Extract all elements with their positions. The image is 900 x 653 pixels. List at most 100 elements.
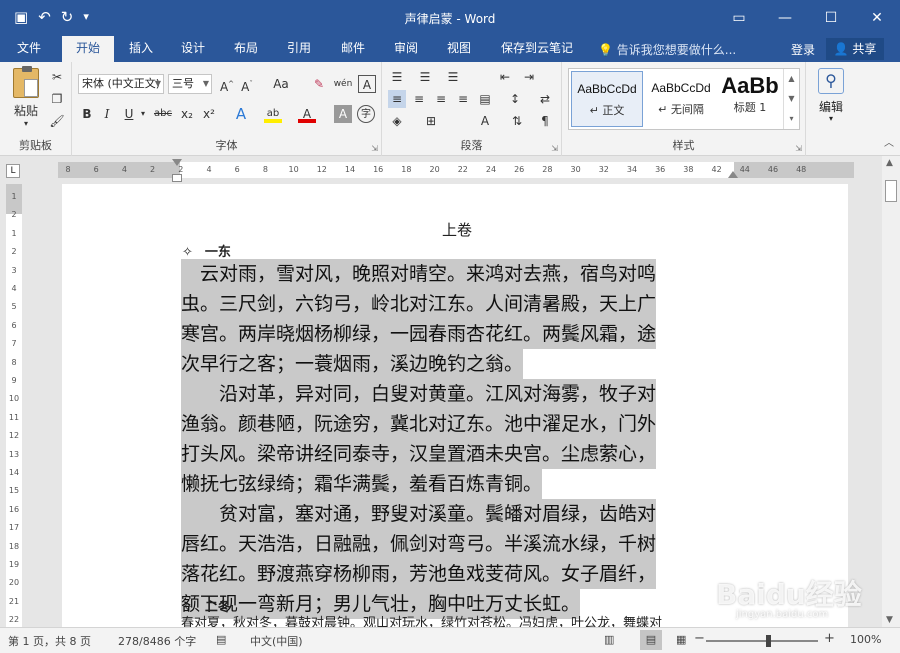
gallery-scroll[interactable]: ▲ ▼ ▾ [783,69,799,129]
subscript-button[interactable]: x₂ [178,105,196,123]
change-case-icon[interactable]: Aa [268,75,294,93]
scroll-thumb[interactable] [885,180,897,202]
align-center-icon[interactable]: ≡ [410,90,428,108]
shading-icon[interactable]: ◈ [388,112,406,130]
print-layout-icon[interactable]: ▤ [640,630,662,650]
paragraph-dialog-launcher-icon[interactable]: ⇲ [551,144,558,153]
maximize-button[interactable]: ☐ [808,0,854,36]
copy-icon[interactable]: ❐ [48,90,66,108]
phonetic-guide-icon[interactable]: wén [332,75,354,93]
font-dialog-launcher-icon[interactable]: ⇲ [371,144,378,153]
bold-button[interactable]: B [78,105,96,123]
chevron-down-icon[interactable]: ▾ [134,105,152,123]
zoom-out-button[interactable]: − [694,631,705,646]
font-size-combo[interactable]: 三号 ▼ [168,74,212,94]
selected-paragraphs[interactable]: 云对雨，雪对风，晚照对晴空。来鸿对去燕，宿鸟对鸣 虫。三尺剑，六钧弓，岭北对江东… [181,259,657,619]
vertical-ruler[interactable]: 1 2 1 2 3 4 5 6 7 8 9 10 11 12 13 14 15 16 17 18 19 20 21 22 [6,184,22,627]
justify-icon[interactable]: ≡ [454,90,472,108]
numbering-icon[interactable]: ☰ [416,68,434,86]
zoom-slider[interactable] [706,635,818,647]
web-layout-icon[interactable]: ▦ [676,633,686,646]
distributed-icon[interactable]: ▤ [476,90,494,108]
format-painter-icon[interactable]: 🖌 [48,112,66,130]
word-count[interactable]: 278/8486 个字 [118,633,196,649]
ruler-tick: 48 [796,165,807,174]
tab-layout[interactable]: 布局 [223,36,269,62]
shrink-font-icon[interactable]: Aˇ [238,75,256,94]
align-right-icon[interactable]: ≡ [432,90,450,108]
italic-button[interactable]: I [98,105,116,123]
tab-review[interactable]: 审阅 [383,36,429,62]
read-mode-icon[interactable]: ▥ [604,633,614,646]
tab-mailings[interactable]: 邮件 [330,36,376,62]
ruler-tick: 6 [93,165,99,174]
tab-selector[interactable]: L [6,164,20,178]
multilevel-list-icon[interactable]: ☰ [444,68,462,86]
paste-dropdown-icon[interactable]: ▾ [8,119,44,128]
show-marks-icon[interactable]: ¶ [536,112,554,130]
strikethrough-button[interactable]: abc [152,105,174,123]
highlight-color-icon[interactable]: ab [264,105,282,123]
paste-button[interactable]: 粘贴 ▾ [8,66,44,128]
horizontal-ruler[interactable]: 8 6 4 2 2 4 6 8 10 12 14 16 18 20 22 24 26 28 30 32 34 36 38 42… [58,159,854,182]
zoom-in-button[interactable]: + [824,631,835,646]
character-shading-icon[interactable]: A [334,105,352,123]
bullets-icon[interactable]: ☰ [388,68,406,86]
decrease-indent-icon[interactable]: ⇤ [496,68,514,86]
page-count[interactable]: 第 1 页，共 8 页 [8,633,91,649]
scroll-up-icon[interactable]: ▲ [886,158,893,168]
left-indent-marker[interactable] [172,174,182,182]
language[interactable]: 中文(中国) [250,633,303,649]
ribbon-display-options-button[interactable]: ▭ [716,0,762,36]
sort-icon[interactable]: ⇅ [508,112,526,130]
cut-icon[interactable]: ✂ [48,68,66,86]
tab-references[interactable]: 引用 [276,36,322,62]
superscript-button[interactable]: x² [200,105,218,123]
chevron-down-icon: ▼ [154,79,161,88]
asian-typography-icon[interactable]: A [476,112,494,130]
chinese-layout-icon[interactable]: ⇄ [536,90,554,108]
vruler-tick: 5 [11,302,17,312]
tab-save-to-cloud[interactable]: 保存到云笔记 [494,36,580,62]
tell-me-placeholder: 告诉我您想要做什么... [616,43,737,57]
share-label: 共享 [852,42,877,56]
align-left-icon[interactable]: ≡ [388,90,406,108]
enclose-characters-icon[interactable]: 字 [357,105,375,123]
increase-indent-icon[interactable]: ⇥ [520,68,538,86]
vertical-scrollbar[interactable]: ▲ ▼ [882,156,900,627]
styles-dialog-launcher-icon[interactable]: ⇲ [795,144,802,153]
tab-file[interactable]: 文件 [6,36,52,62]
style-normal[interactable]: AaBbCcDd ↵ 正文 [571,71,643,127]
font-name-combo[interactable]: 宋体 (中文正文) ▼ [78,74,164,94]
tab-design[interactable]: 设计 [170,36,216,62]
borders-icon[interactable]: ⊞ [422,112,440,130]
login-link[interactable]: 登录 [791,41,815,58]
editing-group[interactable]: ⚲ 编辑 ▾ [806,62,856,156]
tab-insert[interactable]: 插入 [118,36,164,62]
scroll-down-icon[interactable]: ▼ [886,615,893,625]
ruler-tick: 16 [373,165,384,174]
page[interactable]: 上卷 ✧ 一东 云对雨，雪对风，晚照对晴空。来鸿对去燕，宿鸟对鸣 虫。三尺剑，六钧… [62,184,848,627]
zoom-level[interactable]: 100% [850,633,881,646]
tell-me-search[interactable]: 💡 告诉我您想要做什么... [598,41,736,58]
tab-home[interactable]: 开始 [62,36,114,62]
text-effects-icon[interactable]: A [232,105,250,123]
share-button[interactable]: 👤 共享 [826,38,884,60]
proofing-icon[interactable]: ▤ [216,633,226,646]
style-no-spacing[interactable]: AaBbCcDd ↵ 无间隔 [645,71,717,127]
grow-font-icon[interactable]: A^ [218,75,236,94]
minimize-button[interactable]: — [762,0,808,36]
zoom-slider-knob[interactable] [765,635,771,647]
font-color-icon[interactable]: A [298,105,316,123]
watermark-text: Baidu经验 [716,578,862,611]
text-line: 云对雨，雪对风，晚照对晴空。来鸿对去燕，宿鸟对鸣 [181,259,657,289]
vruler-tick: 19 [8,560,20,569]
line-spacing-icon[interactable]: ↕ [506,90,524,108]
close-button[interactable]: ✕ [854,0,900,36]
character-border-icon[interactable]: A [358,75,376,93]
style-heading-1[interactable]: AaBb 标题 1 [719,71,781,127]
collapse-ribbon-icon[interactable]: ︿ [884,134,894,149]
vruler-tick: 3 [11,265,17,275]
tab-view[interactable]: 视图 [436,36,482,62]
clear-formatting-icon[interactable]: ✎ [310,75,328,93]
